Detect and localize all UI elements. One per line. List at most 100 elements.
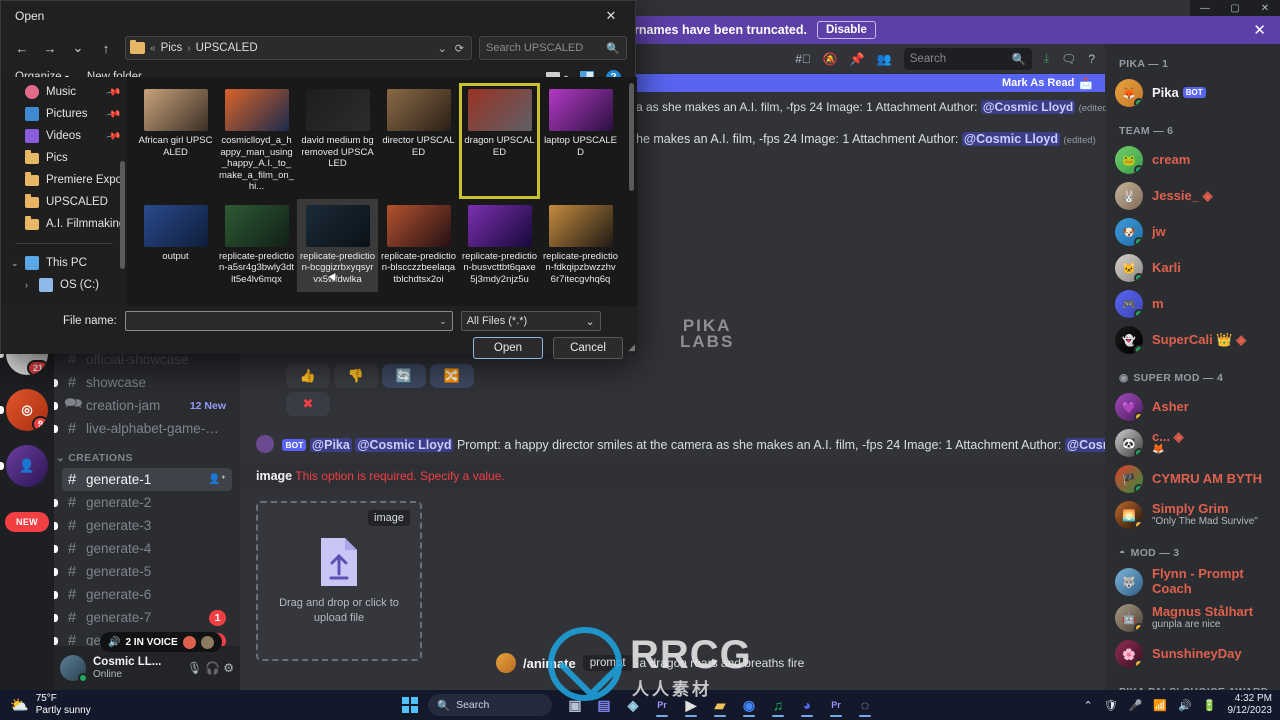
member-row[interactable]: 🐸 cream — [1113, 142, 1272, 178]
avatar[interactable] — [256, 435, 274, 453]
reaction-button-1[interactable]: 👎 — [334, 364, 378, 388]
members-icon[interactable]: 👥 — [877, 52, 892, 66]
threads-icon[interactable]: #⃝ — [795, 52, 811, 66]
sidebar-item-generate-3[interactable]: # generate-3 — [54, 514, 232, 537]
dialog-sidebar-item-pics[interactable]: Pics — [1, 147, 127, 169]
pin-icon[interactable]: 📌 — [105, 128, 122, 144]
pin-icon[interactable]: 📌 — [105, 84, 122, 100]
dialog-sidebar-item-upscaled[interactable]: UPSCALED — [1, 191, 127, 213]
clock[interactable]: 4:32 PM 9/12/2023 — [1228, 693, 1273, 717]
notice-close-icon[interactable]: ✕ — [1253, 23, 1266, 38]
dialog-search-input[interactable]: Search UPSCALED 🔍 — [479, 36, 627, 60]
discord-icon[interactable]: ◕ — [794, 693, 820, 717]
forward-icon[interactable]: → — [37, 35, 63, 61]
sidebar-item-generate-7[interactable]: # generate-7 1 — [54, 606, 232, 629]
notifications-off-icon[interactable]: 🔕 — [823, 52, 838, 66]
premiere2-icon[interactable]: Pr — [823, 693, 849, 717]
sidebar-item-generate-2[interactable]: # generate-2 — [54, 491, 232, 514]
tray-chevron-icon[interactable]: ⌃ — [1084, 699, 1093, 712]
breadcrumb[interactable]: « Pics › UPSCALED ⌄ ⟳ — [125, 36, 472, 60]
breadcrumb-part-2[interactable]: UPSCALED — [196, 42, 258, 54]
message-author[interactable]: @Cosmic Lloyd — [961, 132, 1061, 146]
category-creations[interactable]: ⌄ CREATIONS — [54, 440, 240, 468]
inbox-icon[interactable]: ⤓ — [1044, 51, 1049, 66]
media-player-icon[interactable]: ▶ — [678, 693, 704, 717]
server-new-badge[interactable]: NEW — [5, 512, 49, 532]
chevron-down-icon[interactable]: ⌄ — [11, 258, 19, 269]
member-row[interactable]: 🌅 Simply Grim "Only The Mad Survive" — [1113, 497, 1272, 533]
battery-icon[interactable]: 🔋 — [1203, 699, 1217, 712]
chevron-right-icon[interactable]: › — [25, 280, 28, 290]
pin-icon[interactable]: 📌 — [105, 106, 122, 122]
weather-widget[interactable]: ⛅ 75°F Partly sunny — [0, 693, 91, 717]
reaction-button-0[interactable]: 👍 — [286, 364, 330, 388]
spotify-icon[interactable]: ♫ — [765, 693, 791, 717]
server-icon-wrap[interactable]: 👤 — [0, 442, 54, 490]
dialog-sidebar-item-pictures[interactable]: Pictures 📌 — [1, 103, 127, 125]
browser-icon[interactable]: ◌ — [852, 693, 878, 717]
file-dropzone[interactable]: image Drag and drop or click to upload f… — [256, 500, 422, 661]
teams-icon[interactable]: ▤ — [591, 693, 617, 717]
dialog-sidebar-item-premiere-exports[interactable]: Premiere Exports — [1, 169, 127, 191]
file-item[interactable]: laptop UPSCALED — [540, 83, 621, 199]
member-row[interactable]: 🤖 Magnus Stålhart gunpla are nice — [1113, 600, 1272, 636]
cancel-button[interactable]: Cancel — [553, 337, 623, 359]
prompt-author[interactable]: @Cosmic Lloyd — [1064, 438, 1105, 452]
gear-icon[interactable]: ⚙ — [223, 661, 234, 675]
member-row[interactable]: 🏴 CYMRU AM BYTH — [1113, 461, 1272, 497]
file-explorer-icon[interactable]: ▰ — [707, 693, 733, 717]
headphones-icon[interactable]: 🎧 — [205, 661, 220, 675]
file-list-scrollbar[interactable] — [629, 83, 634, 191]
up-icon[interactable]: ↑ — [93, 35, 119, 61]
avatar[interactable] — [496, 653, 516, 673]
file-item[interactable]: dragon UPSCALED — [459, 83, 540, 199]
dialog-close-icon[interactable]: ✕ — [595, 4, 627, 28]
server-icon[interactable]: ◎ 9 — [6, 389, 48, 431]
open-button[interactable]: Open — [473, 337, 543, 359]
help-icon[interactable]: ? — [1088, 52, 1095, 66]
member-row[interactable]: 🐺 Flynn - Prompt Coach — [1113, 564, 1272, 600]
dialog-tree-item-os-c-[interactable]: › OS (C:) — [1, 274, 127, 296]
member-row[interactable]: 🦊 Pika BOT — [1113, 75, 1272, 111]
voice-indicator[interactable]: 🔊 2 IN VOICE — [100, 632, 222, 652]
volume-icon[interactable]: 🔊 — [1178, 699, 1192, 712]
server-icon-wrap[interactable]: NEW — [0, 498, 54, 546]
sidebar-item-creation-jam[interactable]: 🗪 creation-jam 12 New — [54, 394, 232, 417]
wifi-icon[interactable]: 📶 — [1153, 699, 1167, 712]
premiere-icon[interactable]: Pr — [649, 693, 675, 717]
member-row[interactable]: 🐱 Karli — [1113, 250, 1272, 286]
file-item[interactable]: replicate-prediction-a5sr4g3bwly3dtlt5e4… — [216, 199, 297, 292]
chevron-down-icon[interactable]: ⌄ — [439, 316, 447, 327]
member-row[interactable]: 🌸 SunshineyDay — [1113, 636, 1272, 672]
sidebar-item-showcase[interactable]: # showcase — [54, 371, 232, 394]
file-item[interactable]: director UPSCALED — [378, 83, 459, 199]
reaction-button-2[interactable]: 🔄 — [382, 364, 426, 388]
dialog-sidebar-item-a-i-filmmaking[interactable]: A.I. Filmmaking — [1, 213, 127, 235]
reaction-cancel[interactable]: ✖ — [286, 392, 330, 416]
file-item[interactable]: cosmiclloyd_a_happy_man_using_happy_A.I.… — [216, 83, 297, 199]
member-row[interactable]: 🐰 Jessie_ ◈ — [1113, 178, 1272, 214]
start-button[interactable] — [402, 697, 418, 713]
close-button[interactable]: ✕ — [1250, 0, 1280, 16]
breadcrumb-part-1[interactable]: Pics — [161, 42, 183, 54]
dialog-tree-item-this-pc[interactable]: ⌄ This PC — [1, 252, 127, 274]
avatar[interactable] — [60, 655, 88, 683]
search-input[interactable]: Search 🔍 — [903, 47, 1032, 70]
member-row[interactable]: 🎮 m — [1113, 286, 1272, 322]
antivirus-icon[interactable]: 🛡 — [1104, 699, 1118, 712]
file-item[interactable]: david medium bg removed UPSCALED — [297, 83, 378, 199]
message-author[interactable]: @Cosmic Lloyd — [980, 100, 1076, 114]
dialog-sidebar-item-videos[interactable]: Videos 📌 — [1, 125, 127, 147]
back-icon[interactable]: ← — [9, 35, 35, 61]
file-item[interactable]: output — [135, 199, 216, 292]
server-icon-wrap[interactable]: ◎ 9 — [0, 386, 54, 434]
copilot-icon[interactable]: ◈ — [620, 693, 646, 717]
widgets-icon[interactable]: ▣ — [562, 693, 588, 717]
microphone-icon[interactable]: 🎤 — [1129, 699, 1143, 712]
minimize-button[interactable]: — — [1190, 0, 1220, 16]
mentions-icon[interactable]: 🗨 — [1061, 52, 1076, 66]
add-member-icon[interactable]: 👤⁺ — [208, 474, 226, 485]
sidebar-item-generate-1[interactable]: # generate-1 👤⁺ — [62, 468, 232, 491]
file-item[interactable]: replicate-prediction-blscczzbeelaqatblch… — [378, 199, 459, 292]
maximize-button[interactable]: ▢ — [1220, 0, 1250, 16]
